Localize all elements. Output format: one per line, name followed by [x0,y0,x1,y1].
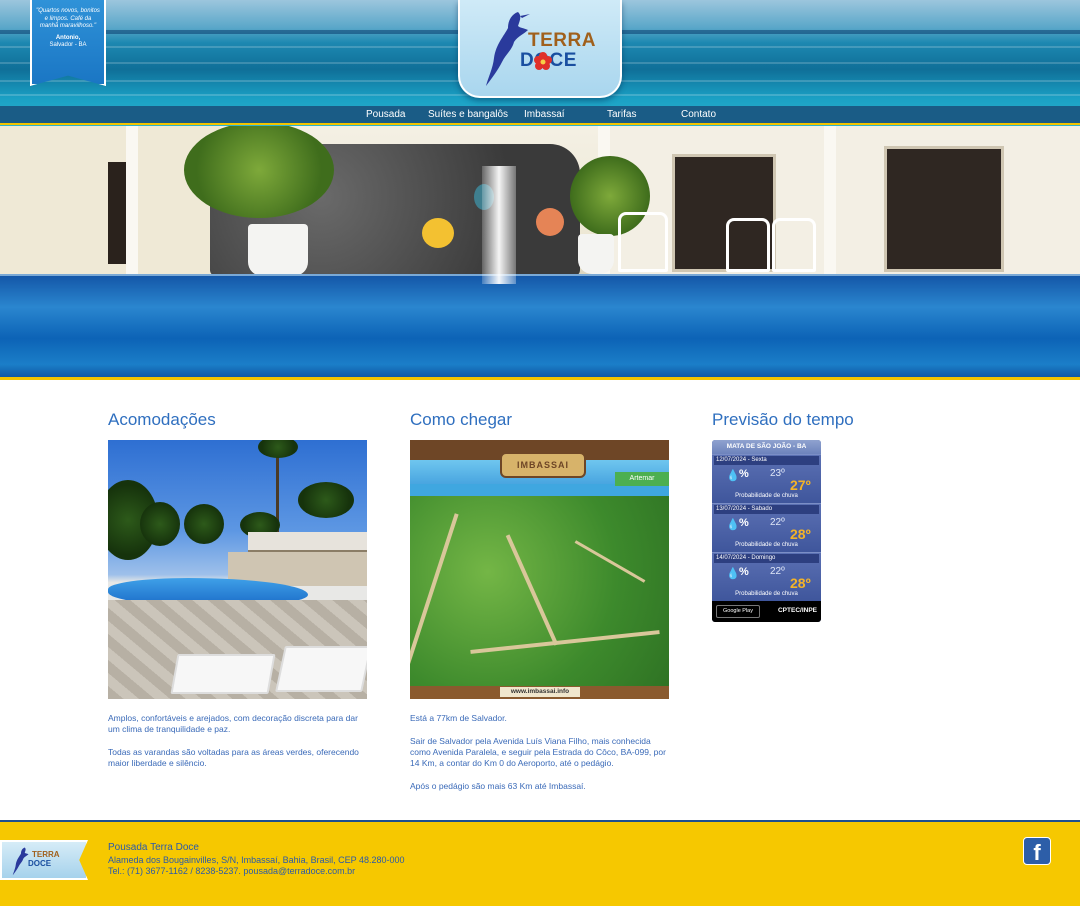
acomodacoes-text-2: Todas as varandas são voltadas para as á… [108,747,359,768]
imbassai-map[interactable]: IMBASSAI Artemar www.imbassai.info [410,440,669,699]
photo-chair [618,212,668,272]
testimonial-city: Salvador - BA [49,41,87,48]
photo-column [824,126,836,274]
photo-palm [298,482,354,518]
footer-name: Pousada Terra Doce [108,842,199,853]
nav-contato[interactable]: Contato [681,109,716,120]
photo-pot [248,224,308,276]
photo-pool-water [0,276,1080,377]
como-chegar-title: Como chegar [410,410,513,429]
weather-date: 13/07/2024 - Sabado [714,505,819,514]
flower-icon [534,52,552,70]
google-play-badge[interactable]: Google Play [716,605,760,618]
weather-source: CPTEC/INPE [777,607,817,614]
photo-chair [772,218,816,272]
weather-temp-max: 28º [790,575,811,591]
footer-contact: Tel.: (71) 3677-1162 / 8238-5237. pousad… [108,866,356,876]
photo-pot [578,234,614,274]
photo-column [126,126,138,274]
weather-temp-min: 22º [770,517,785,528]
raindrop-icon: 💧 [726,519,740,531]
map-land [410,496,669,686]
hummingbird-icon [486,12,530,86]
logo-text-terra: TERRA [528,30,596,51]
photo-chair [726,218,770,272]
main-nav: Pousada Suítes e bangalôs Imbassaí Tarif… [0,106,1080,125]
raindrop-icon: 💧 [726,470,740,482]
nav-pousada[interactable]: Pousada [366,109,405,120]
testimonial-quote: "Quartos novos, bonitos e limpos. Café d… [36,8,100,29]
map-tag: Artemar [615,472,669,486]
photo-lounger [275,646,367,692]
weather-date: 12/07/2024 - Sexta [714,456,819,465]
facebook-icon[interactable]: f [1023,837,1051,865]
nav-imbassai[interactable]: Imbassaí [524,109,565,120]
como-chegar-text-1: Está a 77km de Salvador. [410,713,507,723]
weather-date: 14/07/2024 - Domingo [714,554,819,563]
weather-rain-label: Probabilidade de chuva [735,542,798,548]
footer-logo-doce: DOCE [28,859,52,868]
photo-palm [184,504,224,544]
weather-rain-chance: % [739,468,749,480]
photo-roof [248,532,367,552]
acomodacoes-photo[interactable] [108,440,367,699]
weather-temp-min: 22º [770,566,785,577]
map-banner: IMBASSAI [500,452,586,478]
photo-waterfall [482,166,516,284]
previsao-title: Previsão do tempo [712,410,854,429]
nav-suites-bangalos[interactable]: Suítes e bangalôs [428,109,508,120]
raindrop-icon: 💧 [726,568,740,580]
weather-rain-chance: % [739,517,749,529]
header: "Quartos novos, bonitos e limpos. Café d… [0,0,1080,126]
photo-door [884,146,1004,272]
photo-fish-ornament [536,208,564,236]
testimonial-ribbon: "Quartos novos, bonitos e limpos. Café d… [30,0,106,86]
acomodacoes-title: Acomodações [108,410,216,429]
como-chegar-text-3: Após o pedágio são mais 63 Km até Imbass… [410,781,586,791]
acomodacoes-text-1: Amplos, confortáveis e arejados, com dec… [108,713,358,734]
weather-day: 14/07/2024 - Domingo 💧 % 22º 28º Probabi… [712,552,821,601]
map-url: www.imbassai.info [500,687,580,697]
hero-pool-photo [0,126,1080,380]
photo-palm [258,440,298,458]
como-chegar-text-2: Sair de Salvador pela Avenida Luís Viana… [410,736,666,768]
footer-address: Alameda dos Bougainvilles, S/N, Imbassaí… [108,855,405,865]
footer-logo[interactable]: TERRA DOCE [0,840,88,880]
weather-temp-max: 28º [790,526,811,542]
photo-lounger [170,654,276,694]
nav-tarifas[interactable]: Tarifas [607,109,636,120]
footer: TERRA DOCE Pousada Terra Doce Alameda do… [0,820,1080,906]
weather-rain-label: Probabilidade de chuva [735,493,798,499]
footer-logo-terra: TERRA [32,850,60,859]
weather-temp-max: 27º [790,477,811,493]
photo-palm [140,502,180,546]
weather-rain-chance: % [739,566,749,578]
weather-rain-label: Probabilidade de chuva [735,591,798,597]
weather-widget[interactable]: MATA DE SÃO JOÃO - BA 12/07/2024 - Sexta… [712,440,821,622]
weather-day: 13/07/2024 - Sabado 💧 % 22º 28º Probabil… [712,503,821,552]
weather-footer: Google Play CPTEC/INPE [712,601,821,622]
weather-day: 12/07/2024 - Sexta 💧 % 23º 27º Probabili… [712,454,821,503]
photo-plant [184,126,334,218]
weather-location: MATA DE SÃO JOÃO - BA [712,440,821,454]
weather-temp-min: 23º [770,468,785,479]
site-logo[interactable]: TERRA DOCE [458,0,622,98]
testimonial-author: Antonio, [55,34,81,41]
photo-fish-ornament [422,218,454,248]
